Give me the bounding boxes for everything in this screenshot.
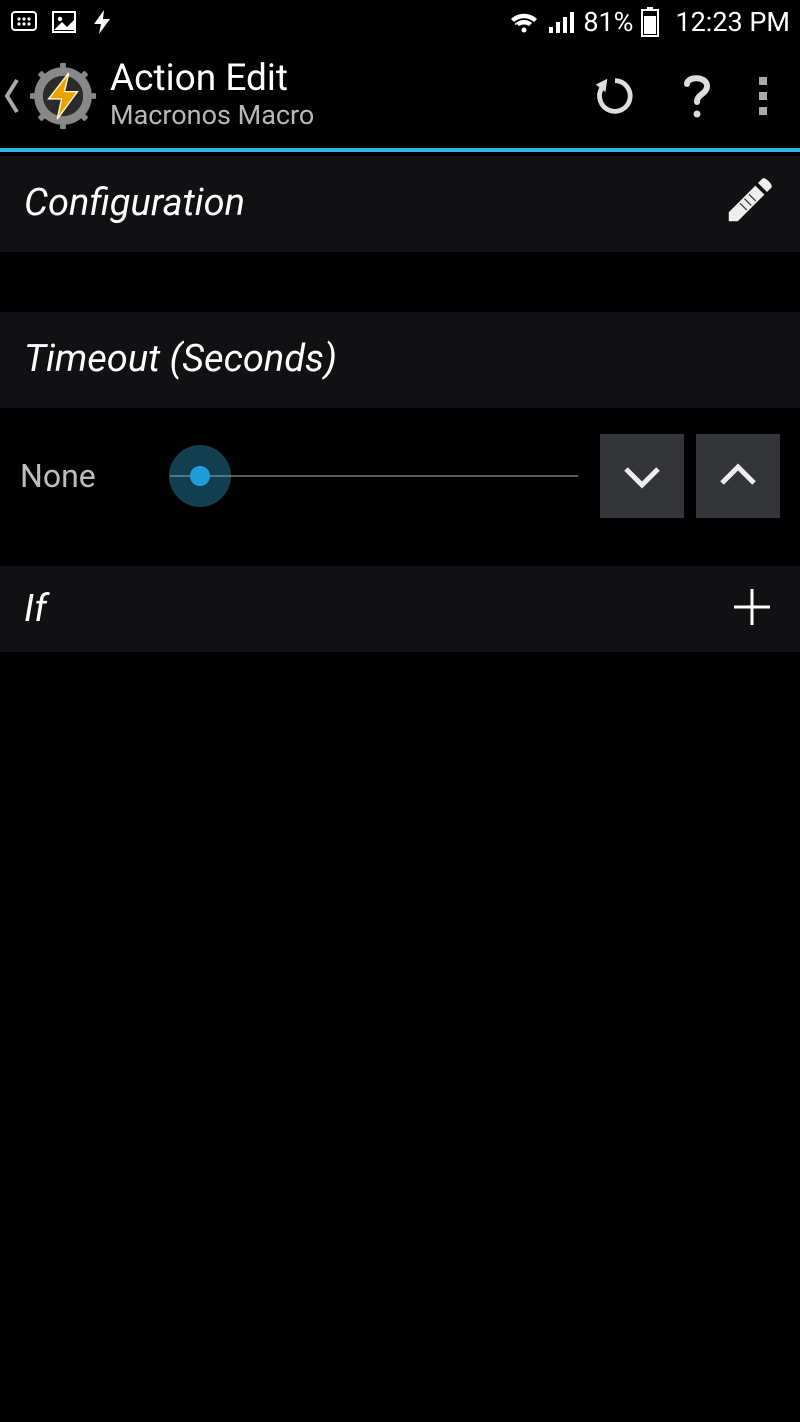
edit-pencil-icon[interactable] (722, 174, 776, 232)
if-section-header[interactable]: If (0, 566, 800, 652)
tasker-app-icon[interactable] (24, 57, 102, 135)
screen-title: Action Edit (110, 60, 574, 97)
battery-percent: 81% (583, 6, 633, 38)
slider-track[interactable] (170, 475, 578, 477)
clock-text: 12:23 PM (675, 6, 790, 38)
add-condition-icon[interactable] (728, 583, 776, 635)
decrement-button[interactable] (600, 434, 684, 518)
timeout-section-header: Timeout (Seconds) (0, 312, 800, 408)
increment-button[interactable] (696, 434, 780, 518)
status-right: 81% 12:23 PM (509, 6, 790, 38)
gap-1 (0, 252, 800, 312)
status-left (10, 8, 114, 36)
timeout-slider-row: None (0, 408, 800, 544)
slider-thumb[interactable] (169, 445, 231, 507)
battery-icon (641, 7, 659, 37)
configuration-section-header[interactable]: Configuration (0, 156, 800, 252)
timeout-slider[interactable] (170, 475, 578, 477)
overflow-menu-button[interactable] (738, 44, 788, 148)
revert-button[interactable] (574, 44, 656, 148)
wifi-icon (509, 9, 539, 35)
cell-signal-icon (547, 9, 575, 35)
app-action-bar: Action Edit Macronos Macro (0, 44, 800, 152)
timeout-value-label: None (20, 457, 160, 495)
image-notification-icon (50, 8, 78, 36)
status-bar: 81% 12:23 PM (0, 0, 800, 44)
help-button[interactable] (656, 44, 738, 148)
timeout-label: Timeout (Seconds) (24, 337, 337, 381)
bbm-icon (10, 8, 38, 36)
if-label: If (24, 587, 47, 631)
back-button[interactable] (0, 76, 24, 116)
configuration-label: Configuration (24, 181, 245, 225)
flash-icon (90, 8, 114, 36)
screen-subtitle: Macronos Macro (110, 99, 574, 131)
title-block: Action Edit Macronos Macro (106, 60, 574, 131)
